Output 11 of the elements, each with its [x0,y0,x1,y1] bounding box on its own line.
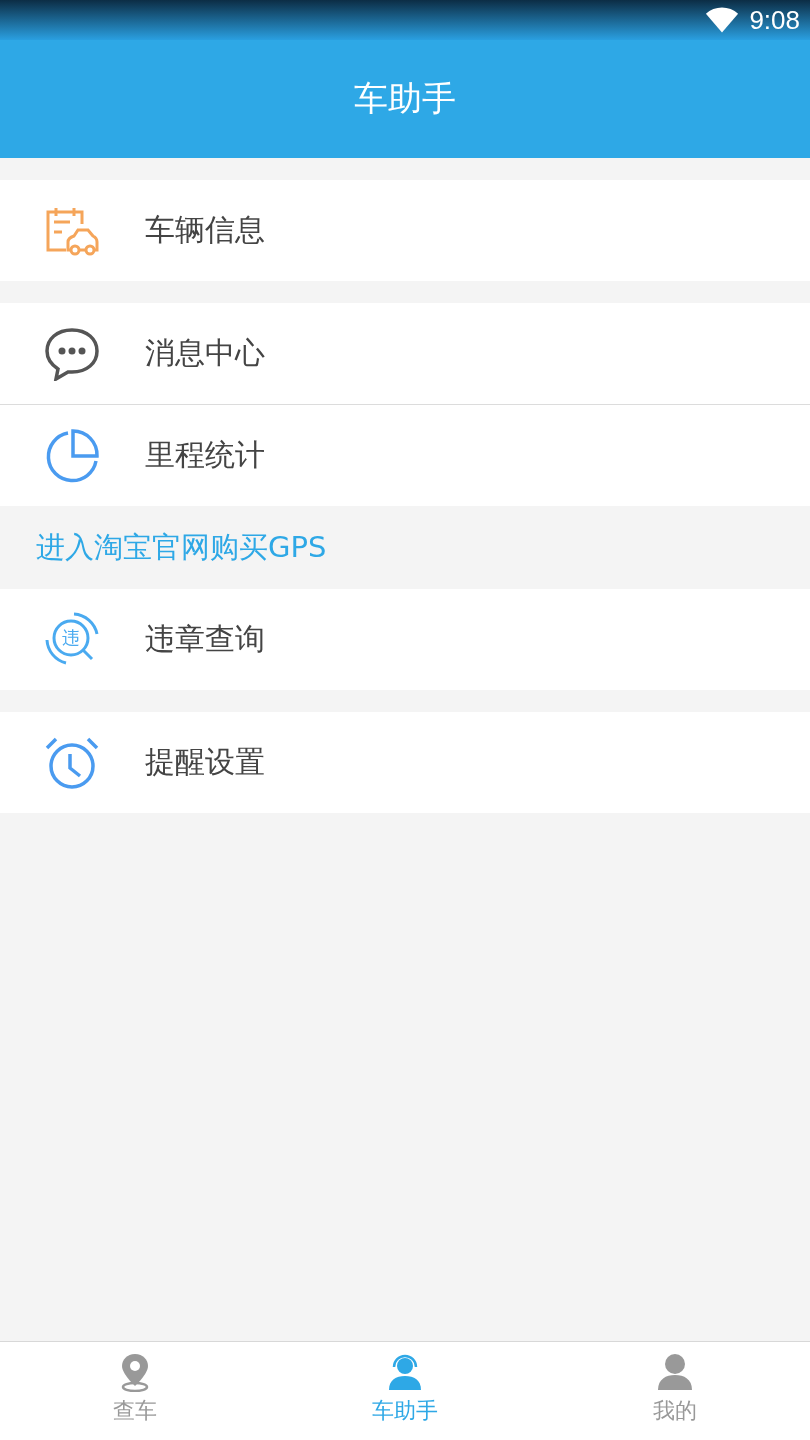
menu-item[interactable]: 消息中心 [0,303,810,404]
menu-item[interactable]: 提醒设置 [0,712,810,813]
wifi-icon [705,6,740,34]
page-title: 车助手 [354,77,456,120]
chat-bubble-icon [43,326,100,381]
menu-item[interactable]: 违 违章查询 [0,589,810,690]
menu-item[interactable]: 车辆信息 [0,180,810,281]
status-time: 9:08 [749,4,800,36]
headset-person-icon [387,1352,423,1392]
person-icon [657,1352,693,1392]
menu-item[interactable]: 里程统计 [0,405,810,506]
